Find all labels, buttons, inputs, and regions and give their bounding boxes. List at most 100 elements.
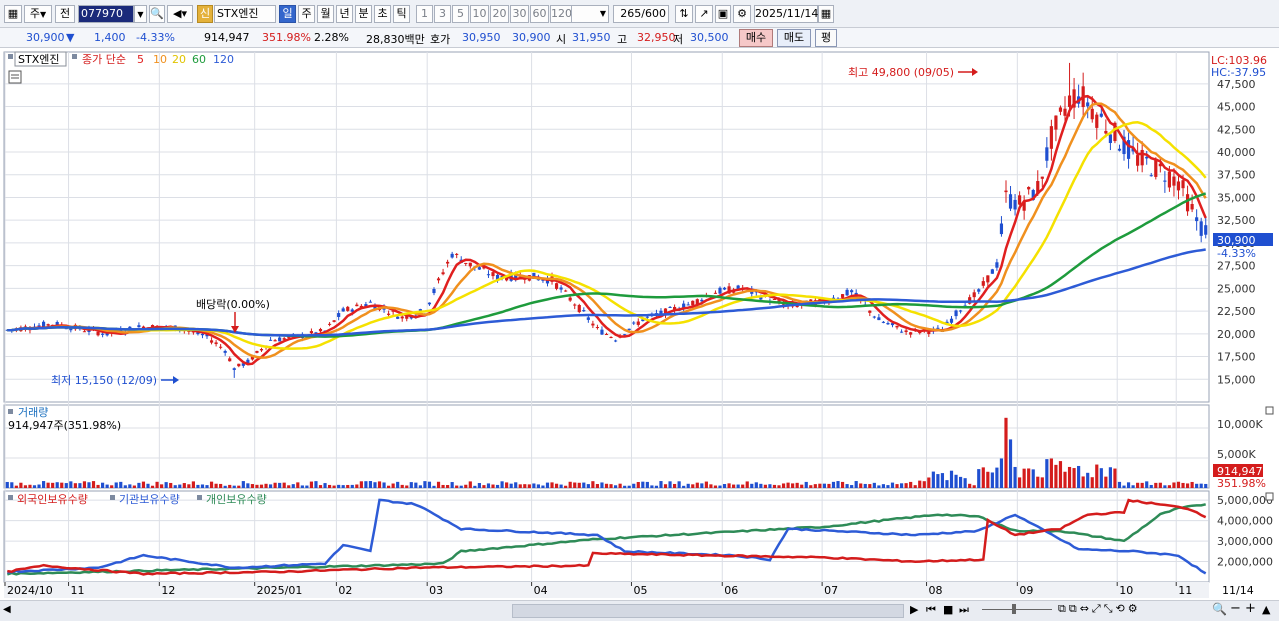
chart-scroll-bar[interactable]: ◀ ▶ ⏮ ■ ⏭ ⧉⧉⇔⤢⤡⟲⚙ 🔍 − + ▲ <box>0 600 1279 621</box>
price-tick-label: 40,000 <box>1217 146 1256 159</box>
chart-menu-icon[interactable]: ▦ <box>4 5 22 23</box>
volume-bar <box>1022 468 1026 488</box>
interval-button-3[interactable]: 3 <box>434 5 451 23</box>
interval-button-20[interactable]: 20 <box>490 5 509 23</box>
code-dropdown-icon[interactable]: ▼ <box>134 5 147 23</box>
volume-bar <box>1095 464 1099 488</box>
candle-body <box>1063 108 1067 116</box>
speed-slider-handle[interactable] <box>1012 604 1016 614</box>
search-icon[interactable]: 🔍 <box>149 5 165 23</box>
candle-body <box>586 317 590 320</box>
volume-bar <box>663 484 668 488</box>
interval-button-30[interactable]: 30 <box>510 5 529 23</box>
candle-body <box>273 340 277 342</box>
period-mode-select[interactable]: 주▼ <box>24 5 52 23</box>
volume-bar <box>777 485 781 488</box>
volume-bar <box>559 484 563 488</box>
scroll-right-icon[interactable]: ▶ <box>910 603 918 616</box>
count-field[interactable]: 265/600 <box>613 5 669 23</box>
date-field[interactable]: 2025/11/14 <box>754 5 818 23</box>
candle-body <box>237 363 241 367</box>
interval-button-5[interactable]: 5 <box>452 5 469 23</box>
rewind-icon[interactable]: ⏮ <box>926 603 936 617</box>
volume-bar <box>1036 476 1040 488</box>
evaluate-button[interactable]: 평 <box>815 29 837 47</box>
x-axis-label: 2025/01 <box>257 584 303 597</box>
stock-code-input[interactable]: 077970 <box>78 5 134 23</box>
panel-close-icon[interactable] <box>1265 492 1274 501</box>
period-button-2[interactable]: 월 <box>317 5 334 23</box>
interval-button-1[interactable]: 1 <box>416 5 433 23</box>
volume-bar <box>259 484 264 488</box>
period-button-4[interactable]: 분 <box>355 5 372 23</box>
volume-bar <box>182 483 186 488</box>
interval-button-60[interactable]: 60 <box>530 5 549 23</box>
volume-bar <box>990 472 994 488</box>
speed-slider[interactable] <box>982 609 1052 610</box>
candle-body <box>228 358 232 362</box>
volume-bar <box>486 483 491 488</box>
stock-chart[interactable]: STX엔진 종가 단순 5 10 20 60 120 LC:103.96 HC:… <box>0 48 1279 600</box>
x-axis-label: 02 <box>338 584 352 597</box>
volume-bar <box>573 482 577 488</box>
volume-bar <box>255 484 259 488</box>
trend-icon[interactable]: ↗ <box>695 5 713 23</box>
calendar-icon[interactable]: ▦ <box>818 5 834 23</box>
candle-body <box>1086 102 1090 107</box>
period-button-3[interactable]: 년 <box>336 5 353 23</box>
expand-icon[interactable]: ▲ <box>1262 603 1270 616</box>
low-price: 30,500 <box>690 31 729 44</box>
volume-bar <box>1099 468 1103 488</box>
period-button-6[interactable]: 틱 <box>393 5 410 23</box>
forward-icon[interactable]: ⏭ <box>959 603 969 617</box>
volume-bar <box>123 485 127 488</box>
interval-button-120[interactable]: 120 <box>550 5 572 23</box>
volume-bar <box>300 485 304 488</box>
volume-bar <box>968 483 972 488</box>
candle-body <box>872 316 876 318</box>
scroll-left-icon[interactable]: ◀ <box>3 604 11 615</box>
period-button-0[interactable]: 일 <box>279 5 296 23</box>
volume-bar <box>364 481 368 488</box>
candle-body <box>436 278 441 281</box>
zoom-icon[interactable]: 🔍 <box>1212 602 1227 616</box>
chart-tools-icons[interactable]: ⧉⧉⇔⤢⤡⟲⚙ <box>1058 602 1141 616</box>
buy-button[interactable]: 매수 <box>739 29 773 47</box>
change-down-icon: ▼ <box>66 31 75 44</box>
sell-button[interactable]: 매도 <box>777 29 811 47</box>
candle-body <box>600 329 604 335</box>
volume-bar <box>10 482 14 488</box>
volume-bar <box>1018 477 1022 488</box>
zoom-out-icon[interactable]: − <box>1230 601 1241 616</box>
stop-icon[interactable]: ■ <box>943 603 953 616</box>
period-button-1[interactable]: 주 <box>298 5 315 23</box>
gear-icon[interactable]: ⚙ <box>733 5 751 23</box>
candle-body <box>949 318 954 323</box>
compare-icon[interactable]: ⇅ <box>675 5 693 23</box>
sound-icon[interactable]: ◀▾ <box>167 5 193 23</box>
volume-bar <box>1013 466 1017 488</box>
period-button-5[interactable]: 초 <box>374 5 391 23</box>
volume-tick-10000k: 10,000K <box>1217 418 1263 431</box>
volume-bar <box>673 483 677 488</box>
candle-body <box>1176 181 1181 191</box>
change-percent: -4.33% <box>136 31 175 44</box>
volume-bar <box>945 480 949 488</box>
quote-bar: 30,900 ▼ 1,400 -4.33% 914,947 351.98% 2.… <box>0 28 1279 48</box>
chart-toolbar: ▦ 주▼ 전 077970 ▼ 🔍 ◀▾ 신 STX엔진 일주월년분초틱 135… <box>0 0 1279 28</box>
panel-close-icon[interactable] <box>1265 406 1274 415</box>
interval-button-10[interactable]: 10 <box>470 5 489 23</box>
volume-bar <box>909 481 913 488</box>
scroll-thumb[interactable] <box>512 604 904 618</box>
holdings-legend-label: 외국인보유수량 <box>17 493 88 506</box>
candle-body <box>1181 180 1185 189</box>
volume-bar <box>1086 472 1090 488</box>
candle-body <box>209 340 214 343</box>
volume-bar <box>1176 481 1181 488</box>
prev-button[interactable]: 전 <box>55 5 75 23</box>
zoom-in-icon[interactable]: + <box>1245 601 1256 616</box>
custom-interval-select[interactable]: ▼ <box>571 5 609 23</box>
data-table-icon[interactable] <box>8 70 22 84</box>
legend-square-icon <box>8 409 13 414</box>
save-icon[interactable]: ▣ <box>715 5 731 23</box>
